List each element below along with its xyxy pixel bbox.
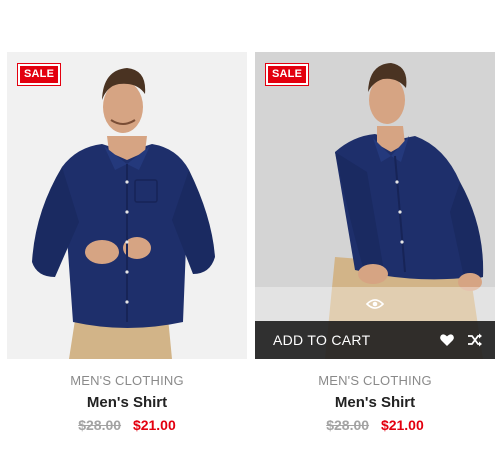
sale-badge: SALE [264,63,310,86]
man-in-blue-shirt-image [32,68,215,359]
add-to-cart-button[interactable]: ADD TO CART [273,332,427,348]
product-card[interactable]: SALE MEN'S CLOTHING Men's Shirt $28.00 $… [7,52,247,433]
product-card[interactable]: SALE ADD TO CART MEN'S CLOTHING Men's Sh… [255,52,495,433]
old-price: $28.00 [326,417,370,433]
product-name[interactable]: Men's Shirt [255,394,495,411]
product-name[interactable]: Men's Shirt [7,394,247,411]
product-image[interactable]: SALE [7,52,247,359]
heart-icon[interactable] [439,332,455,348]
product-image[interactable]: SALE ADD TO CART [255,52,495,359]
shuffle-icon[interactable] [467,332,483,348]
sale-price: $21.00 [132,417,176,433]
eye-icon[interactable] [366,298,384,310]
old-price: $28.00 [78,417,122,433]
sale-price: $21.00 [380,417,424,433]
hover-actions: ADD TO CART [255,287,495,359]
product-category[interactable]: MEN'S CLOTHING [7,373,247,388]
product-category[interactable]: MEN'S CLOTHING [255,373,495,388]
sale-badge: SALE [16,63,62,86]
quick-view[interactable] [255,287,495,321]
cart-bar: ADD TO CART [255,321,495,359]
price-row: $28.00 $21.00 [7,417,247,433]
price-row: $28.00 $21.00 [255,417,495,433]
